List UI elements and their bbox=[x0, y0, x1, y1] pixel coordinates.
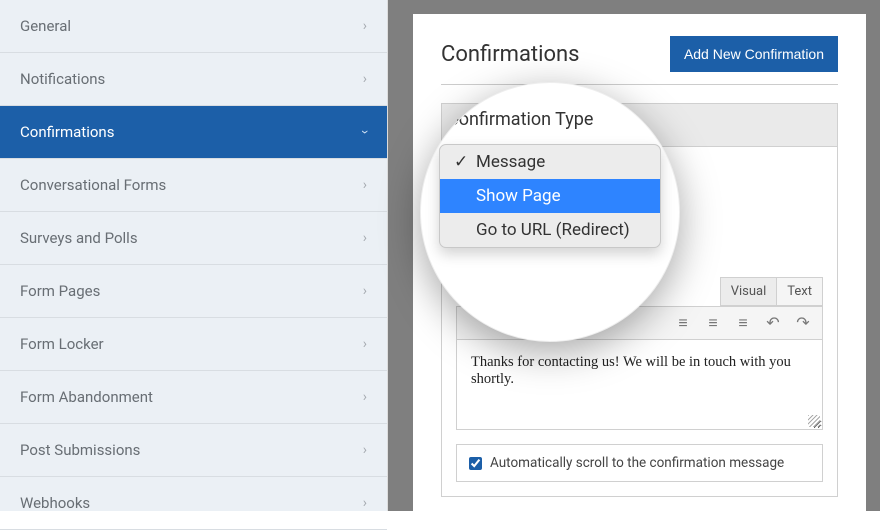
settings-sidebar: General › Notifications › Confirmations … bbox=[0, 0, 388, 511]
confirmation-message-editor[interactable]: Thanks for contacting us! We will be in … bbox=[456, 340, 823, 430]
sidebar-item-label: Form Abandonment bbox=[20, 388, 153, 406]
confirmation-type-dropdown[interactable]: ✓ Message Show Page Go to URL (Redirect) bbox=[439, 144, 661, 248]
sidebar-item-label: Conversational Forms bbox=[20, 176, 166, 194]
page-title: Confirmations bbox=[441, 42, 580, 67]
align-center-icon[interactable]: ≡ bbox=[704, 313, 722, 333]
sidebar-item-confirmations[interactable]: Confirmations › bbox=[0, 106, 387, 159]
auto-scroll-checkbox[interactable] bbox=[469, 457, 482, 470]
auto-scroll-checkbox-row[interactable]: Automatically scroll to the confirmation… bbox=[456, 444, 823, 482]
add-new-confirmation-button[interactable]: Add New Confirmation bbox=[670, 36, 838, 72]
sidebar-item-label: Notifications bbox=[20, 70, 105, 88]
dropdown-option-redirect[interactable]: Go to URL (Redirect) bbox=[440, 213, 660, 247]
chevron-right-icon: › bbox=[363, 336, 367, 352]
sidebar-item-form-locker[interactable]: Form Locker › bbox=[0, 318, 387, 371]
sidebar-item-label: General bbox=[20, 17, 71, 35]
dropdown-option-label: Show Page bbox=[476, 186, 561, 206]
sidebar-item-label: Form Pages bbox=[20, 282, 100, 300]
dropdown-option-message[interactable]: ✓ Message bbox=[440, 145, 660, 179]
confirmation-type-label: Confirmation Type bbox=[447, 109, 661, 130]
chevron-right-icon: › bbox=[363, 230, 367, 246]
dropdown-option-label: Go to URL (Redirect) bbox=[476, 220, 630, 240]
checkbox-label: Automatically scroll to the confirmation… bbox=[490, 455, 784, 471]
undo-icon[interactable]: ↶ bbox=[764, 313, 782, 333]
sidebar-item-conversational-forms[interactable]: Conversational Forms › bbox=[0, 159, 387, 212]
sidebar-item-form-abandonment[interactable]: Form Abandonment › bbox=[0, 371, 387, 424]
chevron-right-icon: › bbox=[363, 71, 367, 87]
tab-visual[interactable]: Visual bbox=[720, 277, 777, 306]
resize-handle-icon[interactable] bbox=[808, 415, 820, 427]
sidebar-item-surveys-polls[interactable]: Surveys and Polls › bbox=[0, 212, 387, 265]
editor-content: Thanks for contacting us! We will be in … bbox=[471, 354, 791, 387]
chevron-right-icon: › bbox=[363, 495, 367, 511]
chevron-right-icon: › bbox=[363, 442, 367, 458]
sidebar-item-notifications[interactable]: Notifications › bbox=[0, 53, 387, 106]
dropdown-option-show-page[interactable]: Show Page bbox=[440, 179, 660, 213]
sidebar-item-label: Form Locker bbox=[20, 335, 104, 353]
align-right-icon[interactable]: ≡ bbox=[734, 313, 752, 333]
main-content: Confirmations Add New Confirmation Def V… bbox=[388, 0, 880, 511]
confirmations-panel: Confirmations Add New Confirmation Def V… bbox=[413, 14, 866, 511]
sidebar-item-post-submissions[interactable]: Post Submissions › bbox=[0, 424, 387, 477]
sidebar-item-label: Confirmations bbox=[20, 123, 114, 141]
chevron-right-icon: › bbox=[363, 389, 367, 405]
chevron-down-icon: › bbox=[357, 130, 373, 134]
tab-text[interactable]: Text bbox=[776, 277, 823, 306]
sidebar-item-general[interactable]: General › bbox=[0, 0, 387, 53]
chevron-right-icon: › bbox=[363, 18, 367, 34]
magnifier-callout: Confirmation Type ✓ Message Show Page Go… bbox=[420, 82, 680, 342]
chevron-right-icon: › bbox=[363, 177, 367, 193]
chevron-right-icon: › bbox=[363, 283, 367, 299]
dropdown-option-label: Message bbox=[476, 152, 545, 172]
sidebar-item-label: Webhooks bbox=[20, 494, 90, 512]
sidebar-item-form-pages[interactable]: Form Pages › bbox=[0, 265, 387, 318]
sidebar-item-label: Post Submissions bbox=[20, 441, 140, 459]
redo-icon[interactable]: ↷ bbox=[794, 313, 812, 333]
align-left-icon[interactable]: ≡ bbox=[674, 313, 692, 333]
panel-header: Confirmations Add New Confirmation bbox=[441, 36, 838, 85]
sidebar-item-webhooks[interactable]: Webhooks › bbox=[0, 477, 387, 530]
check-icon: ✓ bbox=[454, 152, 468, 172]
sidebar-item-label: Surveys and Polls bbox=[20, 229, 138, 247]
